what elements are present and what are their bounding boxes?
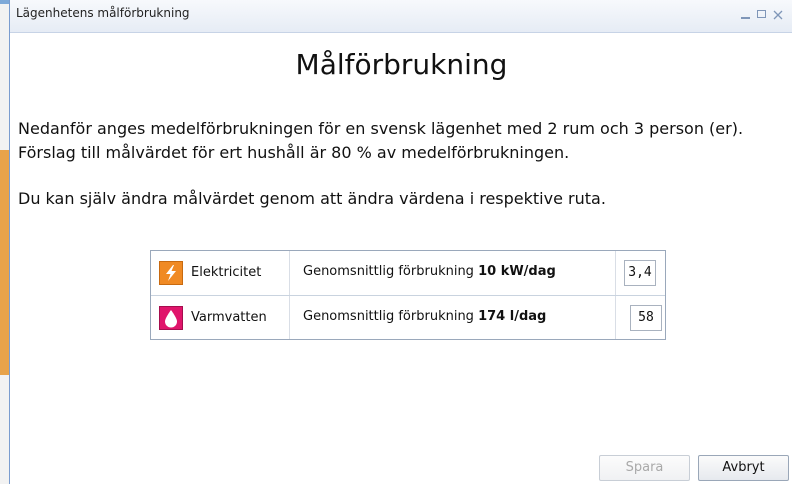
electricity-icon [159,261,183,285]
electricity-target-input[interactable]: 3,4 [624,260,656,286]
background-strip [0,0,9,484]
average-label: Genomsnittlig förbrukning [303,264,479,279]
background-accent [0,150,9,375]
consumption-table: Elektricitet Genomsnittlig förbrukning 1… [150,250,666,340]
resource-name: Elektricitet [191,265,262,280]
table-row-electricity: Elektricitet Genomsnittlig förbrukning 1… [151,251,665,296]
page-title: Målförbrukning [295,48,508,81]
resource-name: Varmvatten [191,310,267,325]
cancel-button[interactable]: Avbryt [698,455,789,481]
paragraph-average: Nedanför anges medelförbrukningen för en… [18,119,744,138]
maximize-icon [756,10,766,18]
average-label: Genomsnittlig förbrukning [303,309,479,324]
title-bar[interactable]: Lägenhetens målförbrukning [10,0,792,33]
paragraph-suggestion: Förslag till målvärdet för ert hushåll ä… [18,143,570,162]
average-value: 10 kW/dag [478,264,556,279]
window-title: Lägenhetens målförbrukning [16,6,190,20]
minimize-button[interactable] [739,9,751,21]
maximize-button[interactable] [755,9,767,21]
close-icon [773,10,783,20]
table-row-hot-water: Varmvatten Genomsnittlig förbrukning 174… [151,296,665,339]
dialog-window: Lägenhetens målförbrukning Målförbruknin… [9,0,792,484]
average-consumption: Genomsnittlig förbrukning 10 kW/dag [303,264,556,279]
hot-water-target-input[interactable]: 58 [630,305,662,331]
minimize-icon [740,17,750,19]
save-button[interactable]: Spara [599,455,690,481]
close-button[interactable] [772,9,784,21]
background-accent [0,0,9,4]
description-text: Nedanför anges medelförbrukningen för en… [18,117,778,211]
paragraph-instruction: Du kan själv ändra målvärdet genom att ä… [18,189,606,208]
water-drop-icon [159,306,183,330]
average-value: 174 l/dag [478,309,547,324]
average-consumption: Genomsnittlig förbrukning 174 l/dag [303,309,546,324]
